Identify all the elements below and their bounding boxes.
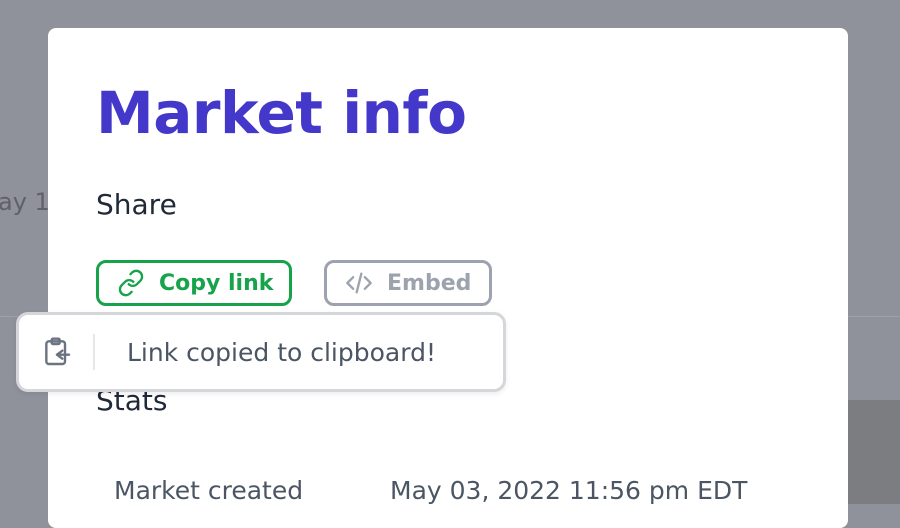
copied-toast: Link copied to clipboard! xyxy=(16,312,506,392)
toast-message: Link copied to clipboard! xyxy=(127,337,436,367)
market-info-modal: Market info Share Copy link Embed Stats … xyxy=(48,28,848,528)
link-icon xyxy=(117,269,145,297)
copy-link-label: Copy link xyxy=(159,270,274,296)
embed-button[interactable]: Embed xyxy=(324,260,492,306)
embed-label: Embed xyxy=(387,270,472,296)
background-partial-text: ay 1 xyxy=(0,188,50,216)
code-icon xyxy=(345,269,373,297)
stat-value: May 03, 2022 11:56 pm EDT xyxy=(390,476,748,505)
share-heading: Share xyxy=(96,188,177,221)
toast-divider xyxy=(93,334,95,370)
modal-title: Market info xyxy=(96,79,467,147)
background-panel xyxy=(848,400,900,504)
clipboard-check-icon xyxy=(41,336,73,368)
copy-link-button[interactable]: Copy link xyxy=(96,260,292,306)
stat-label: Market created xyxy=(114,476,304,505)
